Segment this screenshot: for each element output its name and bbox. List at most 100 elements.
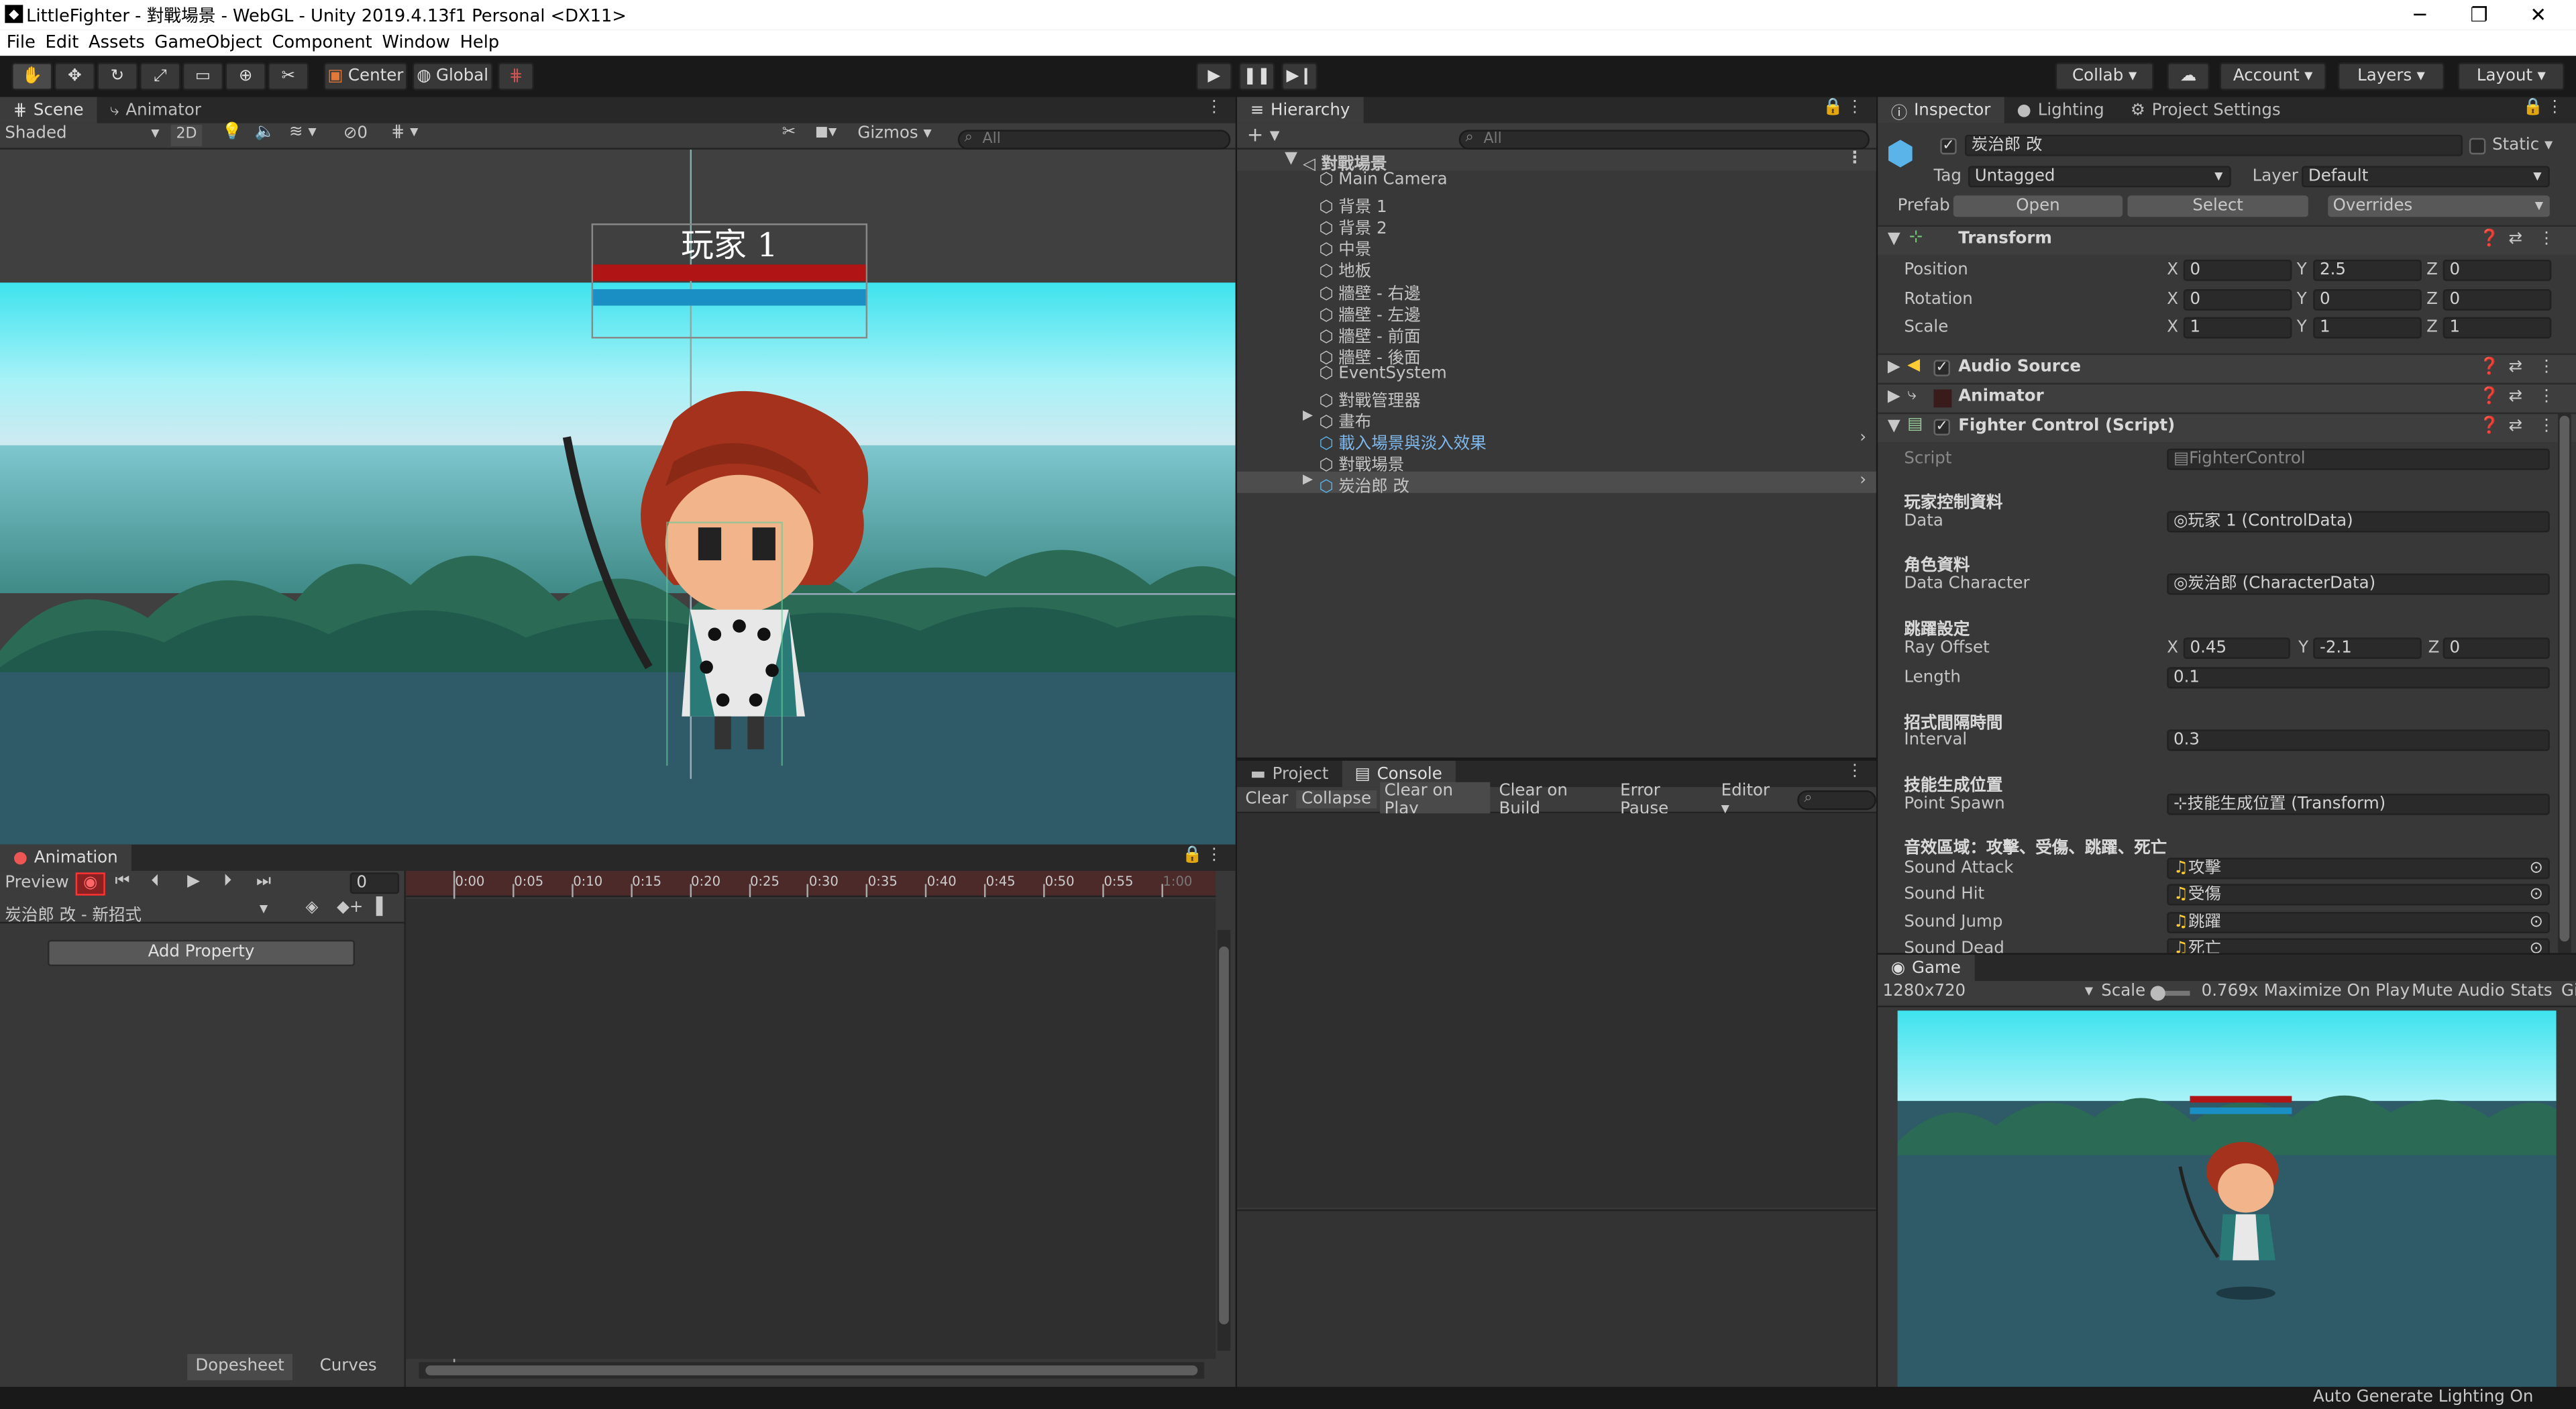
- scale-tool-button[interactable]: ⤢: [140, 62, 181, 91]
- event-marker-icon[interactable]: ▌: [376, 899, 389, 917]
- hierarchy-item[interactable]: ⬡ 牆壁 - 左邊: [1237, 300, 1876, 325]
- component-menu-icon[interactable]: ⋮: [2538, 230, 2555, 248]
- tab-dopesheet[interactable]: Dopesheet: [187, 1353, 292, 1381]
- ray-y-field[interactable]: -2.1: [2313, 637, 2422, 660]
- panel-menu-icon[interactable]: ⋮: [1206, 846, 1222, 864]
- panel-menu-icon[interactable]: ⋮: [1206, 99, 1222, 117]
- component-menu-icon[interactable]: ⋮: [2538, 358, 2555, 376]
- hierarchy-item[interactable]: ⬡ 對戰場景: [1237, 451, 1876, 476]
- shading-mode-dropdown[interactable]: Shaded ▾: [5, 125, 159, 143]
- resolution-dropdown[interactable]: 1280x720 ▾: [1883, 983, 2093, 1001]
- scale-slider[interactable]: [2150, 986, 2190, 1001]
- account-dropdown[interactable]: Account ▾: [2219, 62, 2326, 91]
- add-property-button[interactable]: Add Property: [48, 939, 355, 967]
- tab-project[interactable]: ▬ Project: [1237, 761, 1342, 787]
- length-field[interactable]: 0.1: [2167, 667, 2550, 689]
- position-z-field[interactable]: 0: [2443, 259, 2552, 281]
- rotation-y-field[interactable]: 0: [2313, 289, 2422, 311]
- lock-icon[interactable]: 🔒: [2523, 99, 2543, 117]
- preset-icon[interactable]: ⇄: [2509, 358, 2523, 376]
- last-key-button[interactable]: ⏭: [256, 872, 271, 890]
- inspector-scrollbar[interactable]: [2558, 412, 2571, 953]
- stats-toggle[interactable]: Stats: [2510, 983, 2553, 1001]
- help-icon[interactable]: ❓: [2479, 388, 2500, 406]
- preset-icon[interactable]: ⇄: [2509, 230, 2523, 248]
- anim-play-button[interactable]: ▶: [187, 872, 200, 890]
- tab-scene[interactable]: ⋕ Scene: [0, 97, 97, 123]
- vertical-scrollbar[interactable]: [1217, 930, 1231, 1351]
- prefab-open-button[interactable]: Open: [1953, 195, 2123, 217]
- tab-animation[interactable]: ● Animation: [0, 844, 131, 871]
- hierarchy-item[interactable]: ⬡ Main Camera: [1237, 171, 1876, 193]
- rect-tool-button[interactable]: ▭: [182, 62, 224, 91]
- hierarchy-item[interactable]: ⬡ 牆壁 - 後面: [1237, 343, 1876, 368]
- object-picker-icon[interactable]: ⊙: [2530, 886, 2544, 904]
- console-collapse-button[interactable]: Collapse: [1296, 790, 1377, 808]
- hierarchy-item[interactable]: ⬡ 中景: [1237, 236, 1876, 260]
- console-clear-on-build-button[interactable]: Clear on Build: [1494, 781, 1612, 817]
- rotate-tool-button[interactable]: ↻: [97, 62, 138, 91]
- scale-z-field[interactable]: 1: [2443, 317, 2552, 339]
- hierarchy-item[interactable]: ⬡ EventSystem: [1237, 364, 1876, 386]
- sound-clip-field[interactable]: ♫死亡 ⊙: [2167, 938, 2550, 953]
- close-icon[interactable]: ✕: [2500, 0, 2576, 30]
- console-clear-on-play-button[interactable]: Clear on Play: [1379, 781, 1491, 818]
- scene-root[interactable]: ▼ ◁ 對戰場景 ⋮: [1237, 149, 1876, 174]
- camera-icon[interactable]: ◼▾: [815, 123, 837, 142]
- console-search-input[interactable]: [1797, 789, 1876, 810]
- animator-header[interactable]: ▶ ⤷ Animator ❓ ⇄ ⋮: [1878, 382, 2576, 413]
- lighting-toggle-icon[interactable]: 💡: [222, 123, 242, 142]
- chevron-right-icon[interactable]: ›: [1860, 472, 1866, 490]
- data-object-field[interactable]: ◎玩家 1 (ControlData): [2167, 511, 2550, 533]
- menu-edit[interactable]: Edit: [46, 33, 79, 52]
- first-key-button[interactable]: ⏮: [115, 872, 129, 890]
- menu-window[interactable]: Window: [382, 33, 449, 52]
- clip-dropdown[interactable]: 炭治郎 改 - 新招式 ▾: [5, 900, 268, 925]
- visibility-toggle[interactable]: ⊘0: [343, 125, 368, 143]
- menu-assets[interactable]: Assets: [89, 33, 145, 52]
- help-icon[interactable]: ❓: [2479, 358, 2500, 376]
- help-icon[interactable]: ❓: [2479, 230, 2500, 248]
- lock-icon[interactable]: 🔒: [1182, 846, 1202, 864]
- space-global-button[interactable]: ◍ Global: [412, 62, 493, 91]
- console-editor-dropdown[interactable]: Editor ▾: [1716, 781, 1784, 817]
- pivot-center-button[interactable]: ▣ Center: [323, 62, 408, 91]
- scale-x-field[interactable]: 1: [2183, 317, 2292, 339]
- scene-viewport[interactable]: 玩家 1: [0, 149, 1236, 845]
- snap-button[interactable]: ⋕: [498, 62, 534, 91]
- interval-field[interactable]: 0.3: [2167, 729, 2550, 751]
- next-key-button[interactable]: ⏵: [223, 872, 231, 890]
- ray-x-field[interactable]: 0.45: [2183, 637, 2290, 660]
- row-menu-icon[interactable]: ⋮: [1847, 150, 1863, 168]
- object-picker-icon[interactable]: ⊙: [2530, 859, 2544, 878]
- hierarchy-item[interactable]: ⬡ 牆壁 - 右邊: [1237, 278, 1876, 303]
- ray-z-field[interactable]: 0: [2443, 637, 2550, 660]
- scale-y-field[interactable]: 1: [2313, 317, 2422, 339]
- component-menu-icon[interactable]: ⋮: [2538, 388, 2555, 406]
- tab-lighting[interactable]: ● Lighting: [2004, 97, 2117, 123]
- hierarchy-item[interactable]: ⬡ 對戰管理器: [1237, 386, 1876, 411]
- lock-icon[interactable]: 🔒: [1823, 99, 1843, 117]
- hierarchy-item[interactable]: ⬡ 背景 2: [1237, 214, 1876, 239]
- sound-clip-field[interactable]: ♫攻擊 ⊙: [2167, 857, 2550, 880]
- tab-hierarchy[interactable]: ≡ Hierarchy: [1237, 97, 1364, 123]
- rotation-z-field[interactable]: 0: [2443, 289, 2552, 311]
- layers-dropdown[interactable]: Layers ▾: [2337, 62, 2445, 91]
- mute-audio-toggle[interactable]: Mute Audio: [2412, 983, 2505, 1001]
- tab-inspector[interactable]: ⓘ Inspector: [1878, 97, 2004, 123]
- static-checkbox[interactable]: [2469, 138, 2486, 155]
- fighter-control-header[interactable]: ▼ ▤ ✓ Fighter Control (Script) ❓ ⇄ ⋮: [1878, 412, 2576, 442]
- panel-menu-icon[interactable]: ⋮: [1847, 99, 1863, 117]
- hierarchy-item[interactable]: ⬡ 背景 1: [1237, 193, 1876, 217]
- tools-icon[interactable]: ✂: [782, 123, 796, 142]
- object-picker-icon[interactable]: ⊙: [2530, 913, 2544, 931]
- hand-tool-button[interactable]: ✋: [11, 62, 53, 91]
- play-button[interactable]: ▶: [1195, 62, 1232, 91]
- hierarchy-item[interactable]: ▶ ⬡ 畫布: [1237, 408, 1876, 433]
- audio-toggle-icon[interactable]: 🔈: [255, 123, 275, 142]
- tab-game[interactable]: ◉ Game: [1878, 954, 1974, 982]
- rotation-x-field[interactable]: 0: [2183, 289, 2292, 311]
- horizontal-scrollbar[interactable]: [419, 1362, 1205, 1379]
- collab-button[interactable]: Collab ▾: [2055, 62, 2154, 91]
- layer-dropdown[interactable]: Default ▾: [2302, 166, 2550, 188]
